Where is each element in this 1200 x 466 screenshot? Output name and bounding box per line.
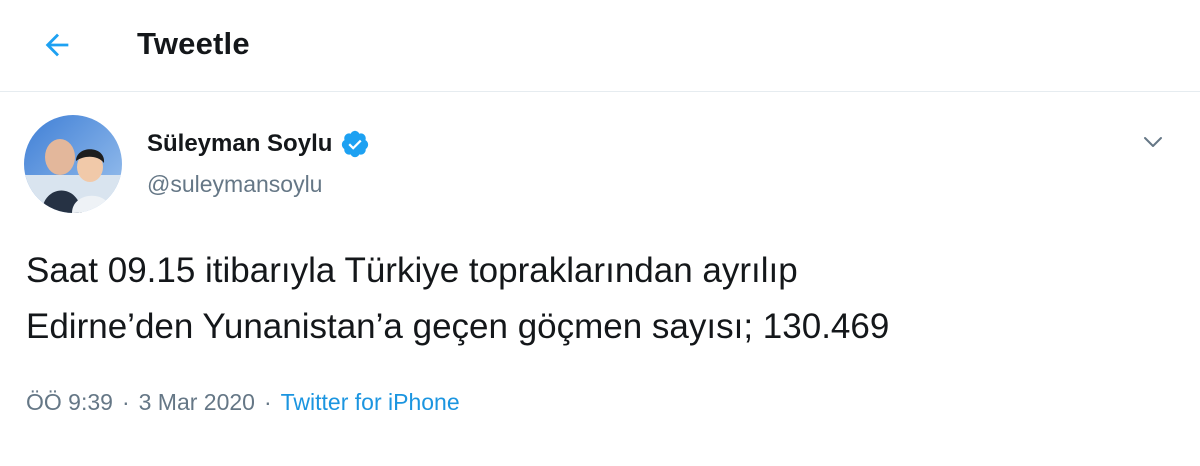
author-handle[interactable]: @suleymansoylu [147, 171, 322, 198]
tweet-text-line: Edirne’den Yunanistan’a geçen göçmen say… [26, 307, 890, 346]
tweet: Süleyman Soylu @suleymansoylu Saat 09.15… [0, 93, 1200, 466]
profile-photo [24, 115, 122, 213]
verified-badge-icon [342, 130, 369, 158]
tweet-menu-button[interactable] [1136, 125, 1170, 159]
meta-separator: · [121, 389, 130, 415]
page-title: Tweetle [137, 26, 250, 61]
top-bar: Tweetle [0, 0, 1200, 92]
avatar[interactable] [24, 115, 122, 213]
tweet-text: Saat 09.15 itibarıyla Türkiye toprakları… [26, 243, 1176, 355]
tweet-source-link[interactable]: Twitter for iPhone [281, 389, 460, 416]
tweet-date[interactable]: 3 Mar 2020 [139, 389, 255, 416]
tweet-text-line: Saat 09.15 itibarıyla Türkiye toprakları… [26, 251, 798, 290]
chevron-down-icon [1144, 137, 1162, 147]
tweet-time[interactable]: ÖÖ 9:39 [26, 389, 113, 416]
tweet-meta: ÖÖ 9:39 · 3 Mar 2020 · Twitter for iPhon… [26, 389, 460, 416]
arrow-left-icon [45, 33, 69, 57]
meta-separator: · [263, 389, 272, 415]
author-name[interactable]: Süleyman Soylu [147, 129, 370, 159]
author-display-name: Süleyman Soylu [147, 130, 333, 157]
back-button[interactable] [30, 18, 84, 72]
